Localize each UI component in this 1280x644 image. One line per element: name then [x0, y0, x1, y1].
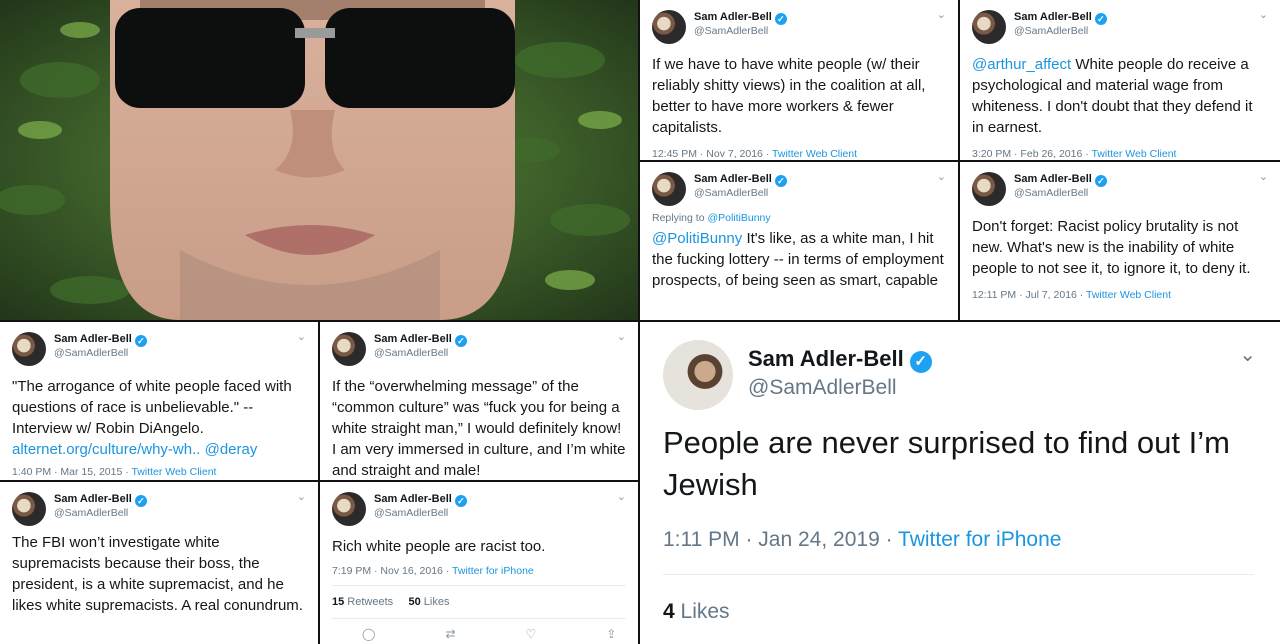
tweet-timestamp[interactable]: 12:45 PM · Nov 7, 2016 · [652, 148, 772, 160]
author-name[interactable]: Sam Adler-Bell [374, 493, 452, 505]
tweet-timestamp[interactable]: 7:19 PM · Nov 16, 2016 · [332, 565, 452, 577]
author-name[interactable]: Sam Adler-Bell [54, 333, 132, 345]
verified-badge-icon: ✓ [909, 351, 932, 373]
tweet-source-link[interactable]: Twitter for iPhone [898, 528, 1061, 551]
tweet-card[interactable]: Sam Adler-Bell ✓ @SamAdlerBell ⌄ Replying… [640, 162, 958, 320]
author-handle[interactable]: @SamAdlerBell [374, 507, 448, 519]
reply-context: Replying to @PolitiBunny [652, 212, 946, 224]
reply-icon[interactable]: ◯ [362, 627, 375, 641]
tweet-card[interactable]: Sam Adler-Bell ✓ @SamAdlerBell ⌄ Don't fo… [960, 162, 1280, 320]
author-handle[interactable]: @SamAdlerBell [748, 376, 897, 400]
like-icon[interactable]: ♡ [526, 627, 537, 641]
chevron-down-icon[interactable]: ⌄ [1259, 170, 1268, 183]
tweet-card[interactable]: Sam Adler-Bell ✓ @SamAdlerBell ⌄ Rich whi… [320, 482, 638, 644]
avatar[interactable] [652, 10, 686, 44]
chevron-down-icon[interactable]: ⌄ [937, 170, 946, 183]
face-photo-illustration [0, 0, 638, 320]
share-icon[interactable]: ⇪ [606, 627, 616, 641]
author-handle[interactable]: @SamAdlerBell [694, 187, 768, 199]
chevron-down-icon[interactable]: ⌄ [617, 330, 626, 343]
mention-link[interactable]: @arthur_affect [972, 56, 1071, 73]
tweet-source-link[interactable]: Twitter Web Client [1091, 148, 1176, 160]
avatar[interactable] [12, 332, 46, 366]
divider [663, 574, 1254, 575]
tweet-stats: 15 Retweets 50 Likes [332, 585, 626, 608]
verified-badge-icon: ✓ [134, 335, 147, 347]
tweet-card[interactable]: Sam Adler-Bell ✓ @SamAdlerBell ⌄ The FBI … [0, 482, 318, 644]
tweet-text: People are never surprised to find out I… [663, 425, 1230, 502]
retweet-count[interactable]: 15 [332, 596, 344, 608]
tweet-timestamp[interactable]: 1:40 PM · Mar 15, 2015 · [12, 466, 131, 478]
mention-link[interactable]: @deray [200, 441, 258, 458]
verified-badge-icon: ✓ [1094, 13, 1107, 25]
mention-link[interactable]: @PolitiBunny [652, 230, 742, 247]
chevron-down-icon[interactable]: ⌄ [297, 330, 306, 343]
tweet-source-link[interactable]: Twitter Web Client [1086, 289, 1171, 301]
avatar[interactable] [332, 492, 366, 526]
author-name[interactable]: Sam Adler-Bell [694, 173, 772, 185]
author-handle[interactable]: @SamAdlerBell [1014, 187, 1088, 199]
verified-badge-icon: ✓ [774, 175, 787, 187]
author-name[interactable]: Sam Adler-Bell [54, 493, 132, 505]
avatar[interactable] [663, 340, 733, 410]
featured-tweet-card[interactable]: Sam Adler-Bell ✓ @SamAdlerBell ⌄ People a… [640, 322, 1280, 644]
chevron-down-icon[interactable]: ⌄ [1239, 342, 1256, 367]
tweet-timestamp[interactable]: 3:20 PM · Feb 26, 2016 · [972, 148, 1091, 160]
verified-badge-icon: ✓ [134, 495, 147, 507]
reply-to-link[interactable]: @PolitiBunny [707, 212, 770, 224]
tweet-timestamp[interactable]: 1:11 PM · Jan 24, 2019 · [663, 528, 898, 551]
verified-badge-icon: ✓ [774, 13, 787, 25]
chevron-down-icon[interactable]: ⌄ [937, 8, 946, 21]
author-name[interactable]: Sam Adler-Bell [748, 346, 904, 371]
chevron-down-icon[interactable]: ⌄ [1259, 8, 1268, 21]
tweet-card[interactable]: Sam Adler-Bell ✓ @SamAdlerBell ⌄ If the “… [320, 322, 638, 480]
avatar[interactable] [12, 492, 46, 526]
tweet-card[interactable]: Sam Adler-Bell ✓ @SamAdlerBell ⌄ @arthur_… [960, 0, 1280, 160]
avatar[interactable] [972, 172, 1006, 206]
author-handle[interactable]: @SamAdlerBell [1014, 25, 1088, 37]
likes-label: Likes [674, 600, 730, 623]
tweet-source-link[interactable]: Twitter for iPhone [452, 565, 534, 577]
tweet-actions: ◯ ⇄ ♡ ⇪ [332, 618, 626, 641]
tweet-source-link[interactable]: Twitter Web Client [131, 466, 216, 478]
author-handle[interactable]: @SamAdlerBell [54, 507, 128, 519]
tweet-text: If we have to have white people (w/ thei… [652, 56, 926, 136]
tweet-card[interactable]: Sam Adler-Bell ✓ @SamAdlerBell ⌄ If we ha… [640, 0, 958, 160]
author-handle[interactable]: @SamAdlerBell [54, 347, 128, 359]
avatar[interactable] [972, 10, 1006, 44]
author-name[interactable]: Sam Adler-Bell [1014, 173, 1092, 185]
verified-badge-icon: ✓ [1094, 175, 1107, 187]
like-count[interactable]: 50 [408, 596, 420, 608]
author-name[interactable]: Sam Adler-Bell [374, 333, 452, 345]
tweet-text: If the “overwhelming message” of the “co… [332, 378, 626, 479]
like-count[interactable]: 4 [663, 600, 675, 623]
reply-prefix: Replying to [652, 212, 708, 224]
chevron-down-icon[interactable]: ⌄ [617, 490, 626, 503]
author-handle[interactable]: @SamAdlerBell [374, 347, 448, 359]
tweet-text: Rich white people are racist too. [332, 538, 546, 555]
tweet-text: "The arrogance of white people faced wit… [12, 378, 292, 437]
avatar[interactable] [652, 172, 686, 206]
likes-label: Likes [420, 596, 450, 608]
tweet-timestamp[interactable]: 12:11 PM · Jul 7, 2016 · [972, 289, 1086, 301]
profile-photo [0, 0, 638, 320]
author-name[interactable]: Sam Adler-Bell [694, 11, 772, 23]
author-name[interactable]: Sam Adler-Bell [1014, 11, 1092, 23]
retweet-icon[interactable]: ⇄ [445, 627, 455, 641]
author-handle[interactable]: @SamAdlerBell [694, 25, 768, 37]
tweet-text: The FBI won’t investigate white supremac… [12, 534, 303, 614]
chevron-down-icon[interactable]: ⌄ [297, 490, 306, 503]
article-link[interactable]: alternet.org/culture/why-wh.. [12, 441, 200, 458]
verified-badge-icon: ✓ [454, 335, 467, 347]
tweet-card[interactable]: Sam Adler-Bell ✓ @SamAdlerBell ⌄ "The arr… [0, 322, 318, 480]
avatar[interactable] [332, 332, 366, 366]
retweets-label: Retweets [344, 596, 394, 608]
verified-badge-icon: ✓ [454, 495, 467, 507]
tweet-text: Don't forget: Racist policy brutality is… [972, 218, 1251, 277]
tweet-source-link[interactable]: Twitter Web Client [772, 148, 857, 160]
